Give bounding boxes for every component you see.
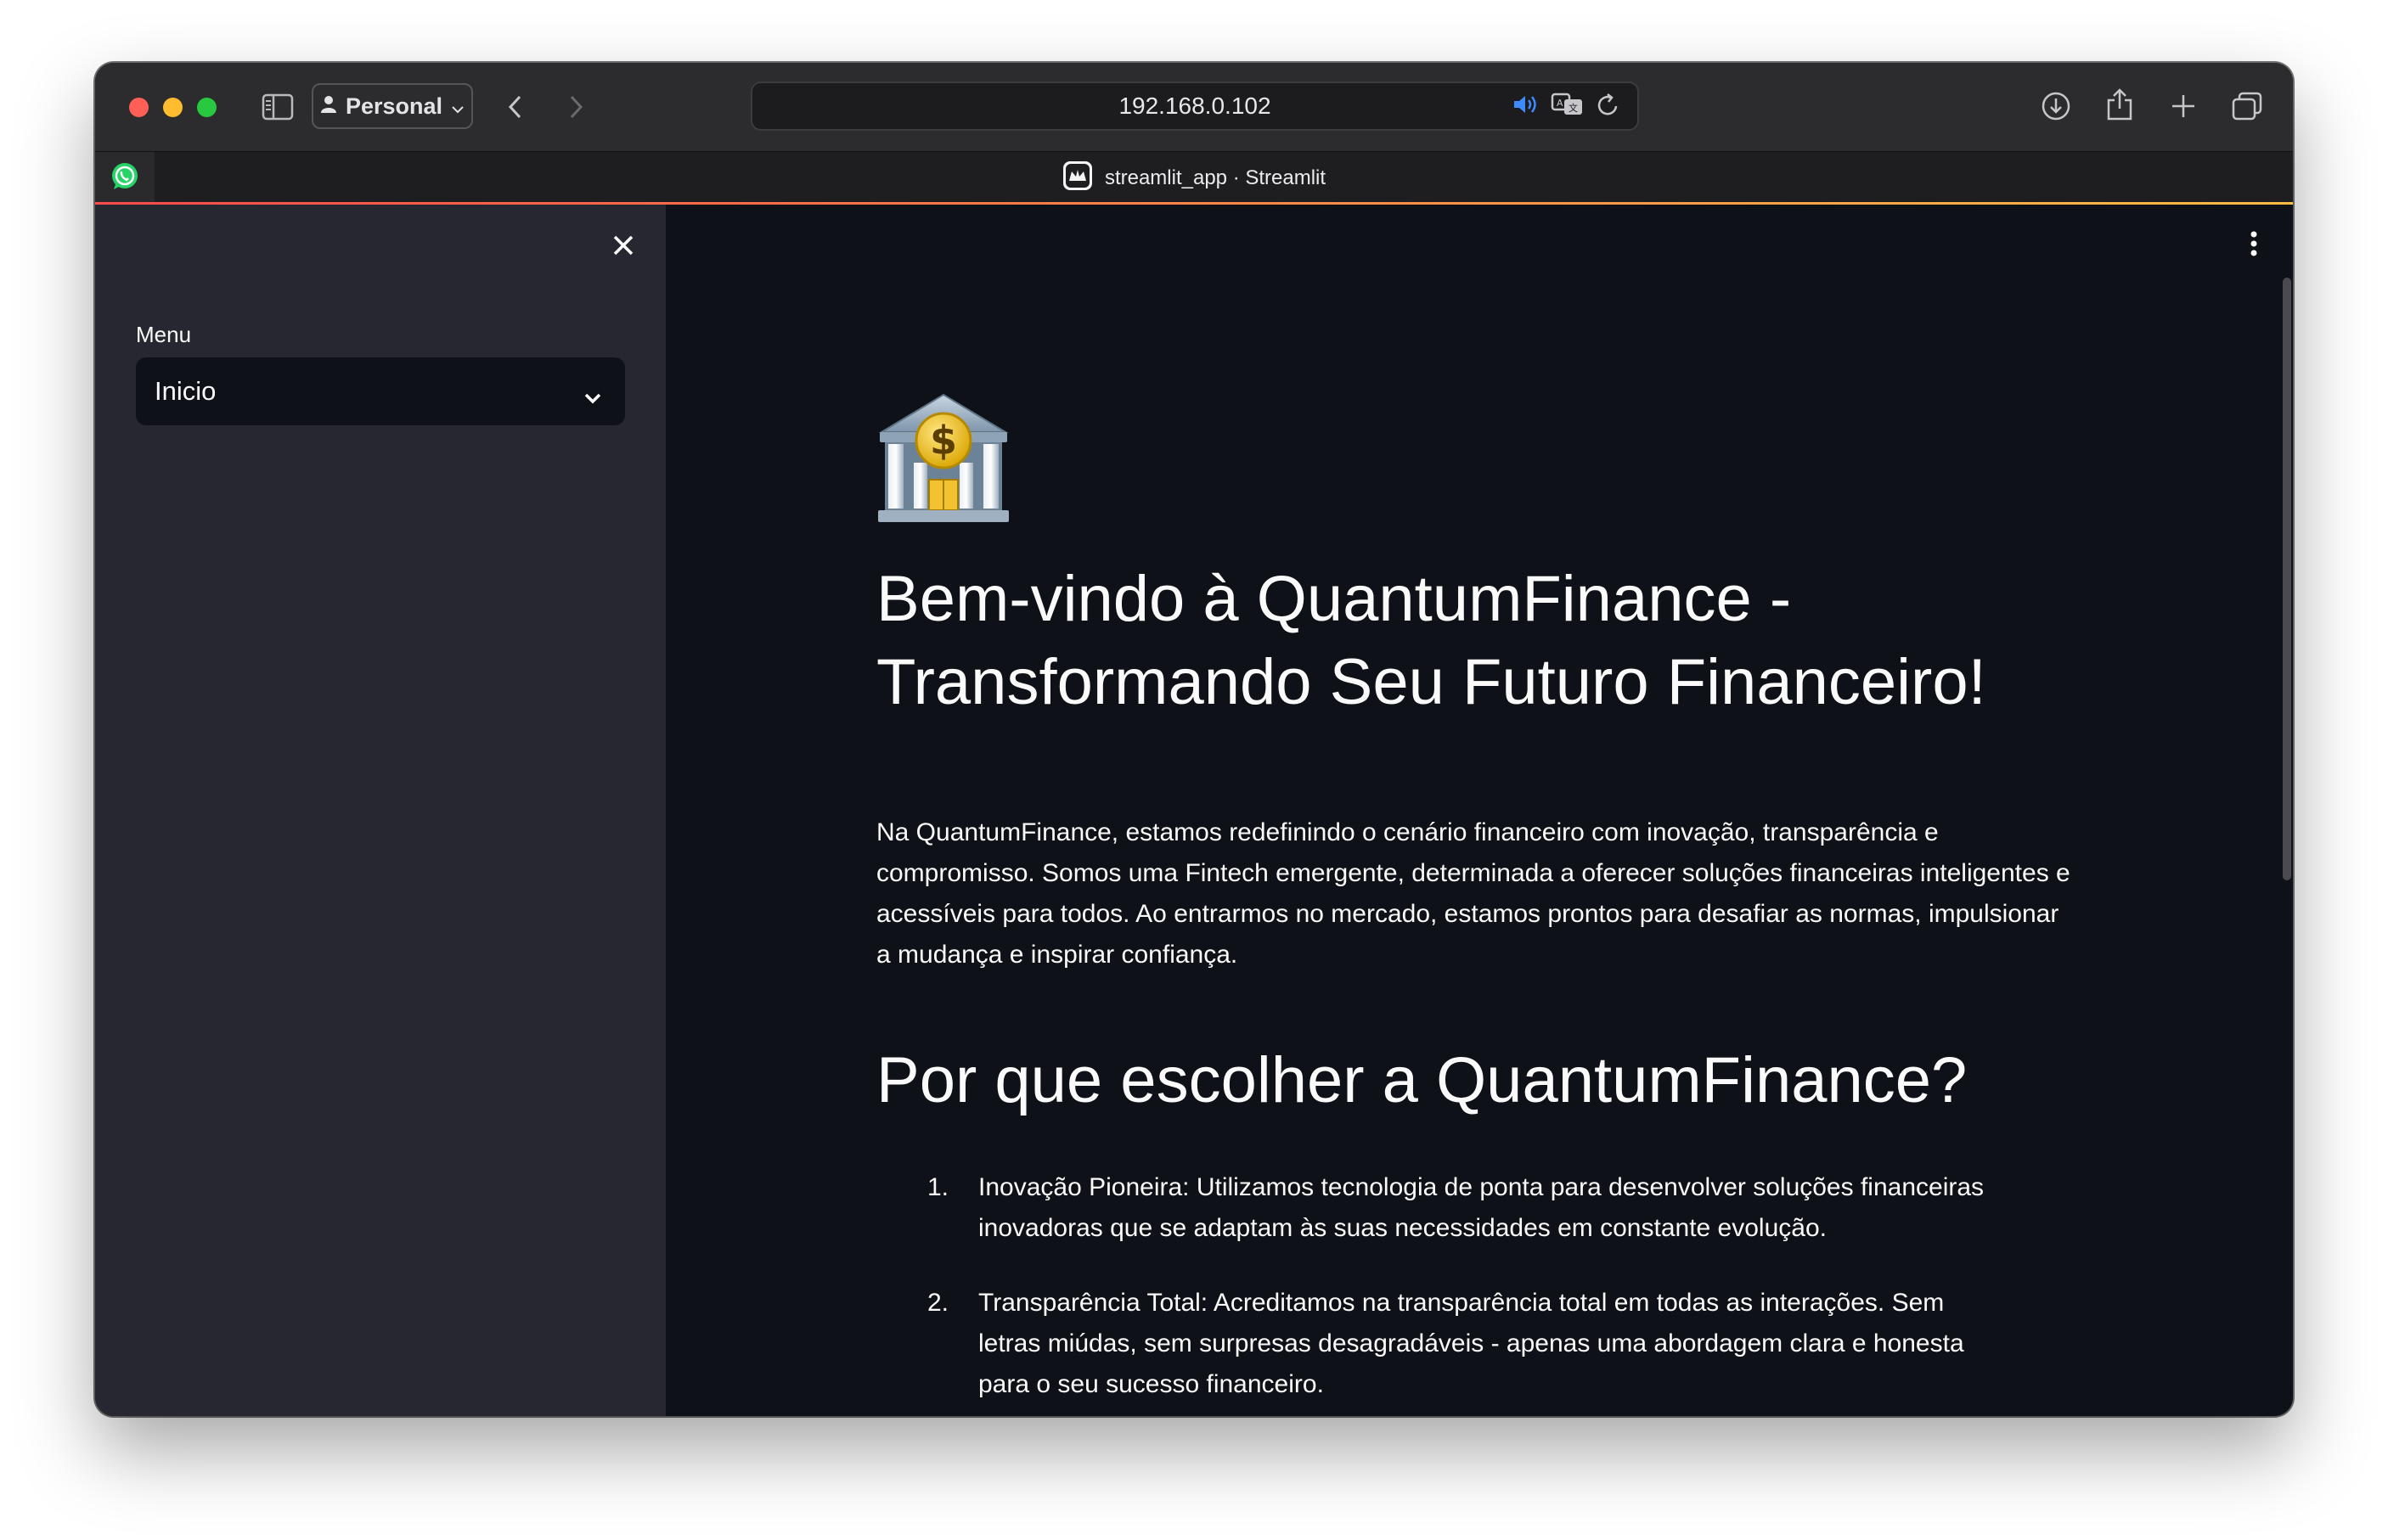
forward-icon[interactable] (559, 88, 593, 126)
svg-text:文: 文 (1569, 102, 1578, 114)
svg-text:A: A (1557, 98, 1563, 109)
svg-text:$: $ (930, 418, 957, 464)
page-title: Bem-vindo à QuantumFinance - Transforman… (876, 563, 1986, 718)
close-icon (608, 235, 639, 264)
reload-icon[interactable] (1597, 92, 1620, 123)
main-menu-button[interactable] (2249, 230, 2259, 261)
address-bar[interactable]: 192.168.0.102 A文 (751, 81, 1639, 131)
menu-label: Menu (136, 322, 192, 347)
reasons-list: 1. Inovação Pioneira: Utilizamos tecnolo… (876, 1167, 2082, 1416)
bank-icon: $ (876, 391, 1011, 526)
back-icon[interactable] (498, 88, 532, 126)
person-icon (320, 93, 337, 120)
list-item-text: Transparência Total: Acreditamos na tran… (978, 1289, 1964, 1398)
section-heading: Por que escolher a QuantumFinance? (876, 1044, 1968, 1116)
active-tab[interactable]: streamlit_app · Streamlit (95, 152, 2293, 205)
new-tab-icon[interactable] (2166, 88, 2201, 124)
menu-select-value: Inicio (155, 376, 217, 406)
sidebar-toggle-icon[interactable] (261, 90, 295, 124)
whatsapp-icon (110, 161, 140, 196)
share-icon[interactable] (2102, 85, 2137, 124)
chevron-down-icon (451, 93, 465, 120)
tab-bar: streamlit_app · Streamlit (95, 151, 2293, 205)
pinned-tab-whatsapp[interactable] (95, 152, 155, 205)
minimize-window-button[interactable] (163, 97, 183, 117)
address-bar-actions: A文 (1512, 92, 1620, 123)
close-window-button[interactable] (129, 97, 149, 117)
list-item-number: 2. (927, 1289, 949, 1317)
window-controls (129, 97, 217, 117)
tabs-overview-icon[interactable] (2228, 88, 2266, 124)
url-text: 192.168.0.102 (1118, 93, 1271, 119)
streamlit-icon (1062, 160, 1093, 197)
intro-paragraph: Na QuantumFinance, estamos redefinindo o… (876, 818, 2070, 969)
streamlit-sidebar: Menu Inicio (95, 205, 666, 1416)
profile-button[interactable]: Personal (312, 83, 473, 129)
menu-select[interactable]: Inicio (136, 357, 625, 425)
list-item: 1. Inovação Pioneira: Utilizamos tecnolo… (876, 1167, 1997, 1249)
close-sidebar-button[interactable] (608, 230, 639, 261)
main-content-area: $ Bem-vindo à QuantumFinance - Transform… (666, 205, 2293, 1416)
speaker-icon[interactable] (1512, 93, 1539, 122)
list-item-text: Inovação Pioneira: Utilizamos tecnologia… (978, 1173, 1985, 1242)
maximize-window-button[interactable] (197, 97, 217, 117)
scrollbar[interactable] (2283, 278, 2291, 880)
download-icon[interactable] (2038, 88, 2074, 124)
profile-label: Personal (345, 93, 443, 119)
browser-window: Personal 192.168.0.102 A文 streamlit_app … (95, 63, 2293, 1416)
tab-title-text: streamlit_app · Streamlit (1104, 166, 1326, 189)
browser-toolbar: Personal 192.168.0.102 A文 (95, 63, 2293, 151)
list-item-number: 1. (927, 1173, 949, 1201)
chevron-down-icon (583, 381, 603, 412)
kebab-menu-icon (2249, 231, 2259, 261)
list-item: 2. Transparência Total: Acreditamos na t… (876, 1283, 1997, 1405)
translate-icon[interactable]: A文 (1551, 92, 1585, 123)
